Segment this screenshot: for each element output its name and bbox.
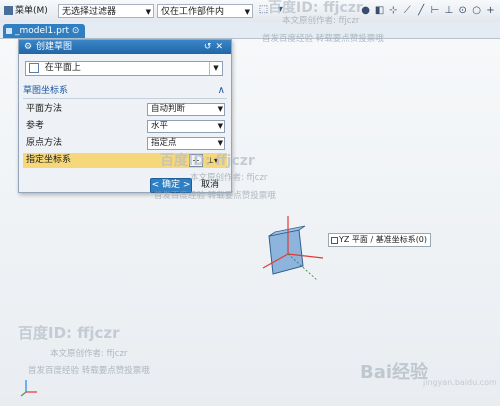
dialog-title: 创建草图 (36, 42, 73, 52)
selection-filter-select[interactable]: 无选择过滤器 ▼ (58, 4, 154, 18)
origin-method-select[interactable]: 指定点 ▼ (147, 137, 225, 150)
row-plane-method: 平面方法 自动判断 ▼ (23, 102, 227, 117)
part-file-icon (6, 28, 12, 34)
line-icon[interactable]: ⟋ (402, 4, 413, 17)
create-sketch-dialog: ⚙ 创建草图 ↺✕ 在平面上 ▼ 草图坐标系 ∧ 平面方法 自动判断 ▼ 参考 … (18, 39, 232, 193)
snap-point-toolbar: ● ◧ ⊹ ⟋ ╱ ⊢ ⊥ ⊙ ○ + (360, 4, 496, 17)
view-triad (20, 380, 37, 397)
row-specify-csys[interactable]: 指定坐标系 ⊹ ⊥▾ (23, 153, 227, 168)
menu-label: 菜单(M) (15, 6, 48, 16)
reset-icon[interactable]: ↺ (204, 42, 216, 52)
chevron-down-icon: ▼ (217, 105, 223, 113)
gear-icon: ⚙ (24, 42, 33, 52)
plane-method-label: 平面方法 (26, 104, 63, 114)
document-tab-bar: _model1.prt ⊙ (0, 22, 500, 39)
reference-value: 水平 (151, 121, 169, 131)
row-reference: 参考 水平 ▼ (23, 119, 227, 134)
sketch-type-select[interactable]: 在平面上 ▼ (25, 61, 223, 76)
baidu-jingyan-logo: Bai经验 (360, 362, 429, 383)
origin-method-label: 原点方法 (26, 138, 63, 148)
specify-csys-label: 指定坐标系 (26, 155, 72, 165)
selection-filter-value: 无选择过滤器 (62, 7, 117, 17)
row-origin-method: 原点方法 指定点 ▼ (23, 136, 227, 151)
select-icon[interactable]: ⬚ (258, 4, 269, 15)
cancel-button[interactable]: 取消 (195, 178, 225, 193)
diagonal-icon[interactable]: ╱ (416, 4, 427, 17)
selection-scope-select[interactable]: 仅在工作部件内 ▼ (157, 4, 253, 18)
chevron-up-icon: ∧ (217, 85, 225, 96)
ok-button[interactable]: < 确定 > (150, 178, 192, 193)
dialog-title-bar[interactable]: ⚙ 创建草图 ↺✕ (19, 40, 231, 54)
plane-method-select[interactable]: 自动判断 ▼ (147, 103, 225, 116)
close-icon[interactable]: ✕ (215, 42, 227, 52)
plus-icon[interactable]: + (485, 4, 496, 17)
csys-dialog-button[interactable]: ⊹ (189, 154, 203, 167)
title-controls: ↺✕ (204, 40, 227, 54)
yz-plane-face[interactable] (268, 229, 304, 275)
datum-csys-graphic[interactable] (255, 210, 335, 290)
sphere-icon[interactable]: ● (360, 4, 371, 17)
section-sketch-csys[interactable]: 草图坐标系 ∧ (23, 84, 227, 99)
chevron-down-icon: ▼ (209, 62, 222, 75)
circle-icon[interactable]: ○ (471, 4, 482, 17)
cube-icon[interactable]: ◧ (374, 4, 385, 17)
chevron-down-icon: ▼ (145, 8, 151, 16)
snap-toolbar: ⬚ ▾ (258, 4, 289, 18)
origin-method-value: 指定点 (151, 138, 177, 148)
selection-scope-value: 仅在工作部件内 (161, 7, 225, 17)
top-toolbar: 菜单(M) 无选择过滤器 ▼ 仅在工作部件内 ▼ ⬚ ▾ ● ◧ ⊹ ⟋ ╱ ⊢… (0, 0, 500, 23)
sketch-plane-icon (29, 62, 39, 73)
tab-model1[interactable]: _model1.prt ⊙ (3, 24, 86, 38)
perpendicular-icon[interactable]: ⊥ (443, 4, 454, 17)
triad-y-axis (20, 391, 27, 397)
plane-tooltip: YZ 平面 / 基准坐标系(0) (328, 233, 432, 247)
menu-button[interactable]: 菜单(M) (2, 4, 50, 18)
plane-tooltip-text: YZ 平面 / 基准坐标系(0) (339, 235, 428, 244)
sketch-type-value: 在平面上 (44, 63, 81, 73)
midpoint-icon[interactable]: ⊢ (430, 4, 441, 17)
reference-label: 参考 (26, 121, 45, 131)
reference-select[interactable]: 水平 ▼ (147, 120, 225, 133)
section-label: 草图坐标系 (23, 86, 69, 96)
plane-icon (331, 237, 338, 244)
center-icon[interactable]: ⊙ (457, 4, 468, 17)
menu-grid-icon (4, 6, 13, 15)
tab-label: _model1.prt ⊙ (15, 26, 80, 36)
csys-options-dropdown[interactable]: ⊥▾ (207, 154, 225, 167)
baidu-jingyan-site: jingyan.baidu.com (423, 378, 497, 387)
chevron-down-icon: ▼ (217, 122, 223, 130)
chevron-down-icon: ▼ (217, 139, 223, 147)
plane-method-value: 自动判断 (151, 104, 186, 114)
chevron-down-icon: ▼ (244, 8, 250, 16)
filter-icon[interactable]: ▾ (275, 4, 286, 15)
grid-snap-icon[interactable]: ⊹ (388, 4, 399, 17)
